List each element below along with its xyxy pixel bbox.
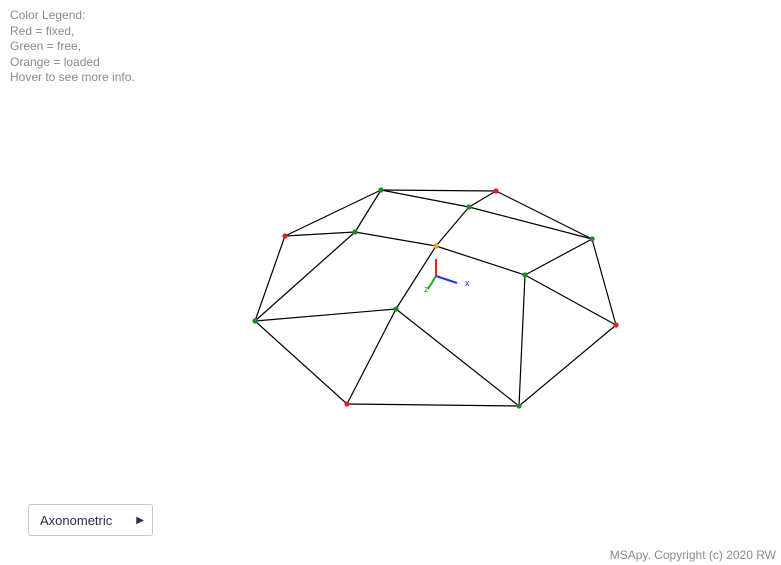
members <box>254 189 617 407</box>
play-arrow-icon: ▶ <box>136 514 144 526</box>
member[interactable] <box>591 238 617 326</box>
member[interactable] <box>435 245 526 276</box>
member[interactable] <box>346 403 520 407</box>
node-free[interactable] <box>393 306 399 312</box>
node-fixed[interactable] <box>613 322 619 328</box>
member[interactable] <box>518 324 617 407</box>
node-loaded[interactable] <box>433 243 439 249</box>
node-free[interactable] <box>466 204 472 210</box>
view-mode-button[interactable]: Axonometric ▶ <box>28 504 153 536</box>
axis-z-line <box>427 275 437 290</box>
nodes[interactable] <box>252 187 619 409</box>
member[interactable] <box>524 274 617 326</box>
member[interactable] <box>468 190 497 208</box>
node-free[interactable] <box>378 187 384 193</box>
member[interactable] <box>380 189 497 192</box>
member[interactable] <box>495 190 593 240</box>
node-fixed[interactable] <box>282 233 288 239</box>
node-free[interactable] <box>589 236 595 242</box>
member[interactable] <box>468 206 593 240</box>
axis-z-label: z <box>424 284 429 294</box>
node-free[interactable] <box>252 318 258 324</box>
axis-triad: x z <box>424 259 470 294</box>
copyright-text: MSApy. Copyright (c) 2020 RW <box>609 548 776 562</box>
structure-viewport[interactable]: x z <box>0 0 781 565</box>
member[interactable] <box>518 274 526 407</box>
member[interactable] <box>254 308 397 322</box>
node-free[interactable] <box>352 229 358 235</box>
node-fixed[interactable] <box>493 188 499 194</box>
member[interactable] <box>254 320 348 405</box>
member[interactable] <box>284 231 356 237</box>
view-mode-label: Axonometric <box>40 512 113 528</box>
node-fixed[interactable] <box>344 401 350 407</box>
member[interactable] <box>395 245 437 310</box>
member[interactable] <box>254 231 356 322</box>
node-free[interactable] <box>516 403 522 409</box>
member[interactable] <box>435 206 470 247</box>
member[interactable] <box>354 231 437 247</box>
node-free[interactable] <box>522 272 528 278</box>
member[interactable] <box>346 308 397 405</box>
axis-x-line <box>435 275 458 284</box>
axis-x-label: x <box>465 278 470 288</box>
member[interactable] <box>524 238 593 276</box>
member[interactable] <box>380 189 470 208</box>
member[interactable] <box>395 308 520 407</box>
